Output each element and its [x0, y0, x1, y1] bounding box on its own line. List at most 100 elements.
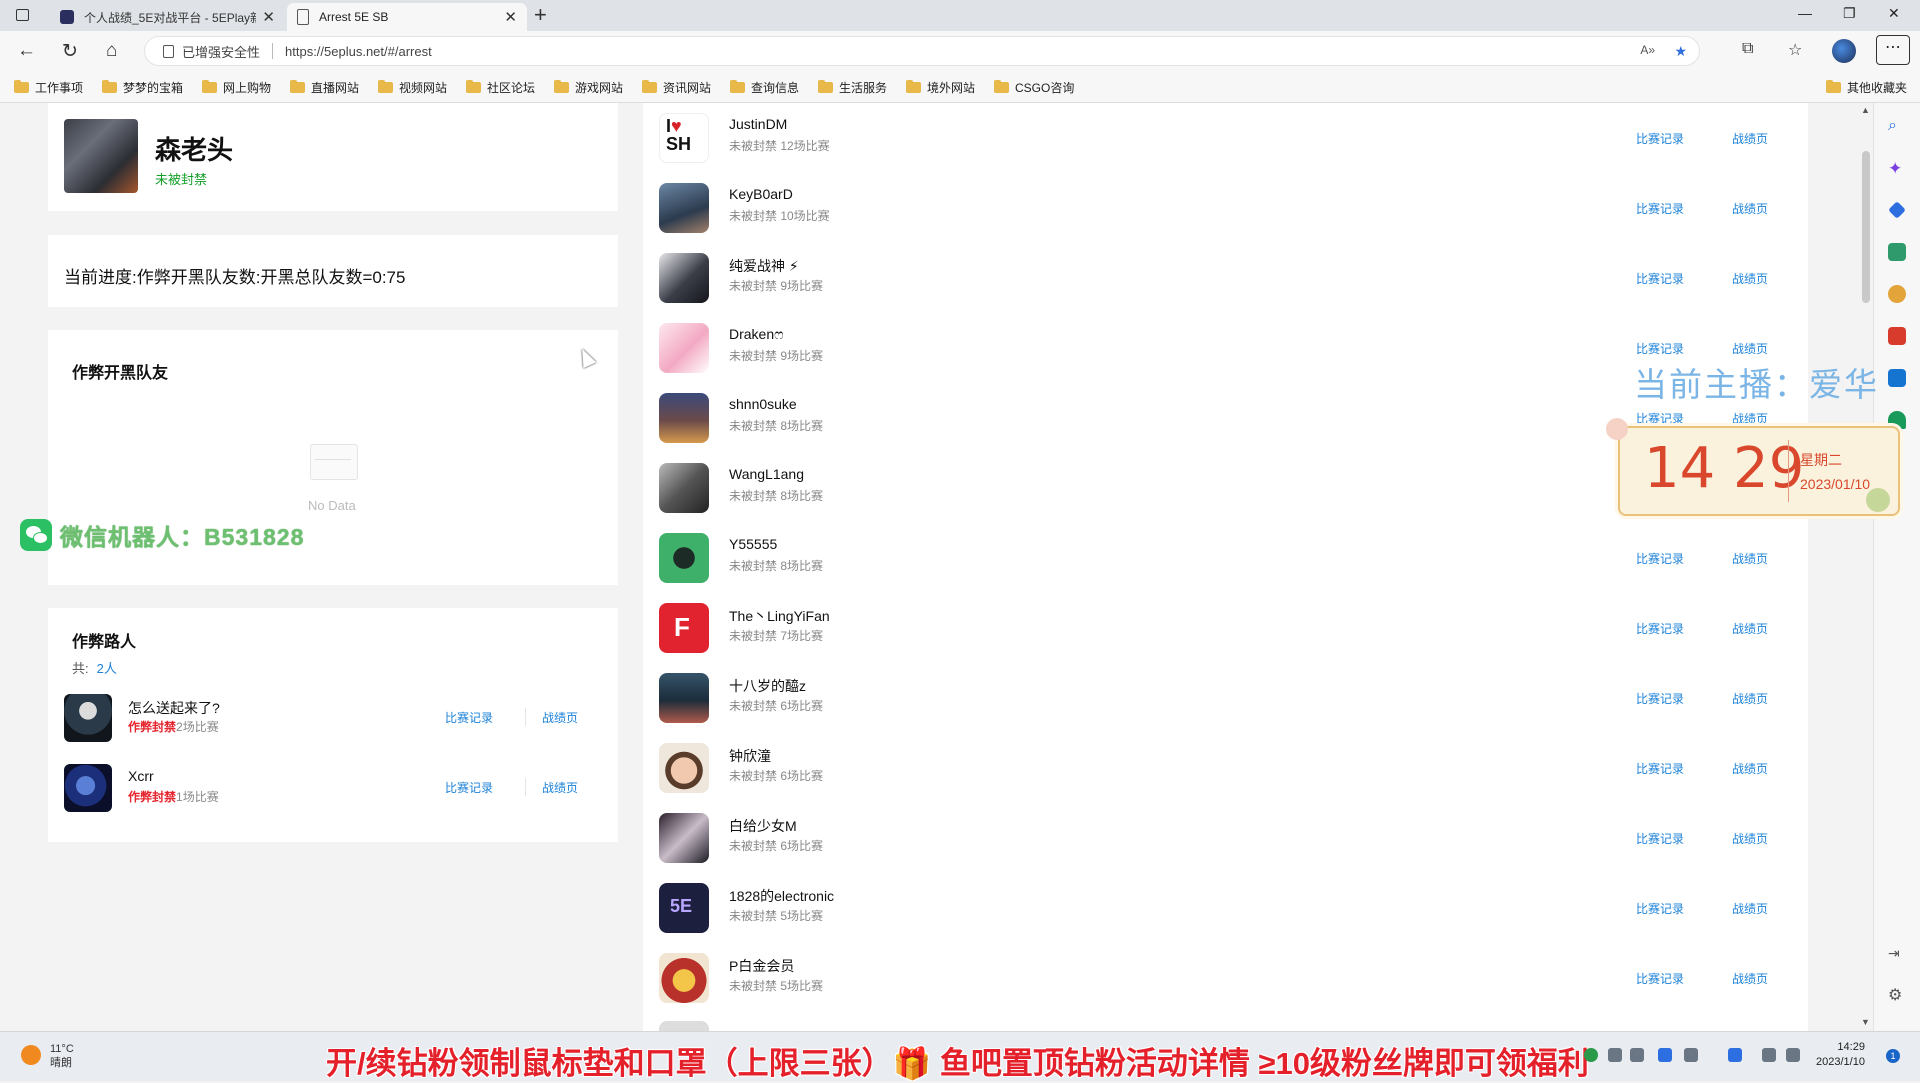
- home-icon[interactable]: ⌂: [106, 40, 117, 62]
- tab-5eplay[interactable]: 个人战绩_5E对战平台 - 5EPlay新 ✕: [50, 3, 285, 31]
- player-avatar: [64, 694, 112, 742]
- match-records-link[interactable]: 比赛记录: [1636, 340, 1684, 357]
- tab-arrest[interactable]: Arrest 5E SB ✕: [287, 3, 527, 31]
- match-records-link[interactable]: 比赛记录: [1636, 830, 1684, 847]
- outlook-icon[interactable]: [1888, 369, 1906, 387]
- more-options-button[interactable]: ⋯: [1876, 35, 1910, 65]
- profile-avatar[interactable]: [1832, 39, 1856, 63]
- match-records-link[interactable]: 比赛记录: [445, 779, 493, 796]
- folder-icon: [642, 80, 657, 93]
- network-icon[interactable]: [1762, 1048, 1776, 1062]
- copilot-icon[interactable]: ✦: [1888, 159, 1906, 178]
- match-records-link[interactable]: 比赛记录: [1636, 760, 1684, 777]
- bookmark-folder[interactable]: 直播网站: [290, 79, 359, 96]
- stats-page-link[interactable]: 战绩页: [1732, 970, 1768, 987]
- match-records-link[interactable]: 比赛记录: [1636, 550, 1684, 567]
- input-method-icon[interactable]: [1728, 1048, 1742, 1062]
- player-name: The丶LingYiFan: [729, 608, 830, 624]
- bookmark-folder[interactable]: 梦梦的宝箱: [102, 79, 183, 96]
- stats-page-link[interactable]: 战绩页: [1732, 410, 1768, 427]
- list-item: 怎么送起来了? 作弊封禁2场比赛 比赛记录 战绩页: [64, 694, 604, 746]
- scrollbar-thumb[interactable]: [1862, 151, 1870, 303]
- close-tab-icon[interactable]: ✕: [262, 8, 275, 26]
- hide-sidebar-icon[interactable]: ⇥: [1888, 945, 1906, 963]
- restore-icon[interactable]: ❐: [1843, 5, 1856, 22]
- folder-icon: [14, 80, 29, 93]
- scroll-down-icon[interactable]: ▼: [1861, 1017, 1870, 1027]
- new-tab-icon[interactable]: +: [534, 2, 547, 28]
- back-icon[interactable]: ←: [17, 40, 36, 62]
- bookmark-folder[interactable]: 游戏网站: [554, 79, 623, 96]
- weather-widget[interactable]: 11°C 晴朗: [50, 1042, 74, 1070]
- games-icon[interactable]: [1888, 285, 1906, 303]
- match-records-link[interactable]: 比赛记录: [1636, 200, 1684, 217]
- close-tab-icon[interactable]: ✕: [504, 8, 517, 26]
- player-avatar: [659, 533, 709, 583]
- bookmark-folder[interactable]: 视频网站: [378, 79, 447, 96]
- bookmark-folder[interactable]: CSGO咨询: [994, 79, 1074, 96]
- weather-sun-icon[interactable]: [21, 1045, 41, 1065]
- stats-page-link[interactable]: 战绩页: [1732, 200, 1768, 217]
- stats-page-link[interactable]: 战绩页: [542, 779, 578, 796]
- other-bookmarks[interactable]: 其他收藏夹: [1826, 79, 1907, 96]
- address-bar[interactable]: 已增强安全性 https://5eplus.net/#/arrest A» ★: [144, 36, 1700, 66]
- scroll-up-icon[interactable]: ▲: [1861, 105, 1870, 115]
- stats-page-link[interactable]: 战绩页: [1732, 550, 1768, 567]
- refresh-icon[interactable]: ↻: [62, 40, 78, 63]
- stats-page-link[interactable]: 战绩页: [1732, 340, 1768, 357]
- bookmarks-bar: 工作事项 梦梦的宝箱 网上购物 直播网站 视频网站 社区论坛 游戏网站 资讯网站…: [0, 71, 1920, 103]
- stats-page-link[interactable]: 战绩页: [1732, 830, 1768, 847]
- toolbox-icon[interactable]: [1888, 243, 1906, 261]
- shield-icon: [163, 44, 174, 58]
- extensions-icon[interactable]: ⧉: [1742, 40, 1753, 58]
- bookmark-folder[interactable]: 社区论坛: [466, 79, 535, 96]
- tab-actions-icon[interactable]: [16, 9, 29, 21]
- player-avatar: [659, 1021, 709, 1031]
- read-aloud-icon[interactable]: A»: [1640, 43, 1655, 57]
- volume-icon[interactable]: [1786, 1048, 1800, 1062]
- shopping-tag-icon[interactable]: [1888, 201, 1906, 219]
- player-name: 怎么送起来了?: [128, 700, 220, 716]
- stats-page-link[interactable]: 战绩页: [1732, 900, 1768, 917]
- wechat-text: 微信机器人：B531828: [60, 524, 305, 550]
- stats-page-link[interactable]: 战绩页: [1732, 620, 1768, 637]
- folder-icon: [466, 80, 481, 93]
- minimize-icon[interactable]: —: [1798, 5, 1812, 21]
- bookmark-folder[interactable]: 境外网站: [906, 79, 975, 96]
- match-records-link[interactable]: 比赛记录: [1636, 620, 1684, 637]
- favorites-icon[interactable]: ☆: [1788, 40, 1802, 60]
- microphone-icon[interactable]: [1658, 1048, 1672, 1062]
- usb-icon[interactable]: [1608, 1048, 1622, 1062]
- match-records-link[interactable]: 比赛记录: [1636, 970, 1684, 987]
- bookmark-folder[interactable]: 查询信息: [730, 79, 799, 96]
- bookmark-folder[interactable]: 网上购物: [202, 79, 271, 96]
- divider: [525, 708, 526, 726]
- url-text[interactable]: https://5eplus.net/#/arrest: [285, 44, 432, 59]
- stats-page-link[interactable]: 战绩页: [1732, 130, 1768, 147]
- bookmark-folder[interactable]: 生活服务: [818, 79, 887, 96]
- stats-page-link[interactable]: 战绩页: [1732, 690, 1768, 707]
- match-records-link[interactable]: 比赛记录: [1636, 410, 1684, 427]
- player-name: Xcrr: [128, 768, 154, 784]
- stats-page-link[interactable]: 战绩页: [1732, 270, 1768, 287]
- office-icon[interactable]: [1888, 327, 1906, 345]
- match-records-link[interactable]: 比赛记录: [1636, 900, 1684, 917]
- notification-badge[interactable]: 1: [1886, 1049, 1900, 1063]
- bookmark-folder[interactable]: 资讯网站: [642, 79, 711, 96]
- match-records-link[interactable]: 比赛记录: [1636, 270, 1684, 287]
- app-tray-icon[interactable]: [1584, 1048, 1598, 1062]
- page-scrollbar[interactable]: ▲ ▼: [1858, 103, 1873, 1031]
- match-records-link[interactable]: 比赛记录: [1636, 690, 1684, 707]
- match-records-link[interactable]: 比赛记录: [1636, 130, 1684, 147]
- settings-gear-icon[interactable]: ⚙: [1888, 985, 1906, 1004]
- display-icon[interactable]: [1630, 1048, 1644, 1062]
- bookmark-folder[interactable]: 工作事项: [14, 79, 83, 96]
- language-icon[interactable]: [1684, 1048, 1698, 1062]
- stats-page-link[interactable]: 战绩页: [1732, 760, 1768, 777]
- match-records-link[interactable]: 比赛记录: [445, 709, 493, 726]
- stats-page-link[interactable]: 战绩页: [542, 709, 578, 726]
- search-icon[interactable]: ⌕: [1888, 117, 1906, 135]
- close-window-icon[interactable]: ✕: [1888, 5, 1900, 22]
- favorite-star-icon[interactable]: ★: [1674, 43, 1687, 60]
- system-clock[interactable]: 14:29 2023/1/10: [1816, 1040, 1865, 1070]
